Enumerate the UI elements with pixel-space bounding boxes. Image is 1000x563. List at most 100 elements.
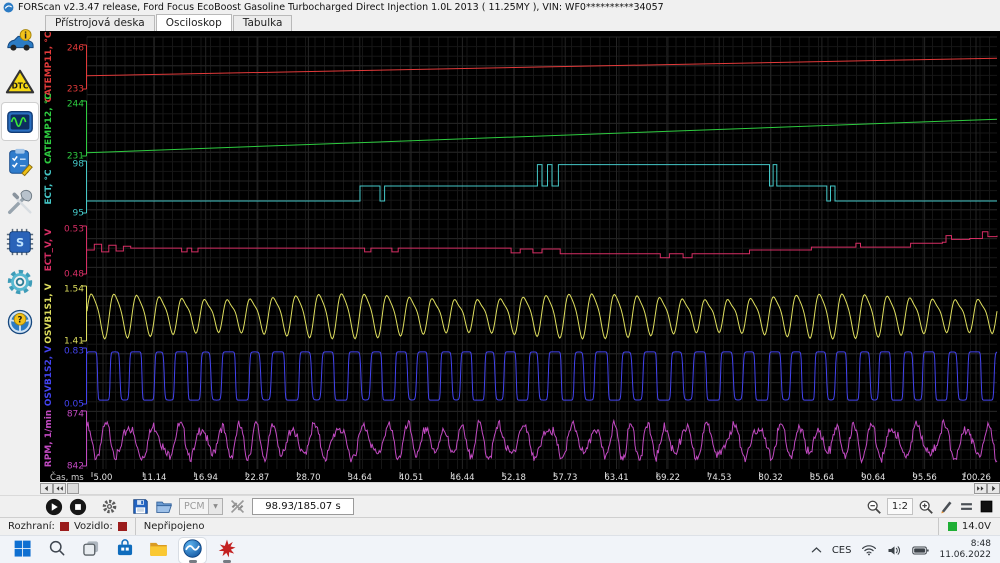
- oscilloscope-chart[interactable]: 246233CATEMP11, °C244231CATEMP12, °C9895…: [40, 31, 1000, 483]
- taskbar-explorer-button[interactable]: [145, 538, 172, 563]
- module-select[interactable]: PCM ▼: [179, 498, 223, 515]
- tab-oscilloscope[interactable]: Osciloskop: [155, 14, 232, 31]
- scroll-left-page-button[interactable]: [53, 483, 66, 494]
- svg-text:DTC: DTC: [12, 81, 29, 90]
- taskview-icon: [81, 538, 101, 562]
- vehicle-label: Vozidlo:: [73, 521, 113, 532]
- tests-icon: [5, 147, 35, 177]
- voltage-value: 14.0V: [961, 521, 991, 532]
- explorer-icon: [148, 538, 169, 563]
- tab-table[interactable]: Tabulka: [232, 15, 293, 31]
- interface-label: Rozhraní:: [8, 521, 55, 532]
- scroll-thumb[interactable]: [67, 483, 79, 494]
- search-icon: [47, 538, 67, 562]
- marker-pen-button[interactable]: [939, 499, 954, 514]
- zoom-in-button[interactable]: [918, 499, 934, 515]
- channel-name: OSVB1S2, V: [44, 346, 54, 407]
- sidebar-item-dtc[interactable]: DTC: [2, 63, 38, 100]
- grid-lines-button[interactable]: [959, 499, 974, 514]
- forscan-window: FORScan v2.3.47 release, Ford Focus EcoB…: [0, 0, 1000, 563]
- sidebar-item-tests[interactable]: [2, 143, 38, 180]
- start-icon: [12, 538, 33, 563]
- open-button[interactable]: [155, 498, 173, 516]
- channel-max: 0.83: [64, 347, 84, 357]
- scroll-right-page-button[interactable]: [974, 483, 987, 494]
- channel-name: ECT_V, V: [44, 229, 54, 272]
- sidebar-item-settings[interactable]: [2, 263, 38, 300]
- taskbar-forscan-button[interactable]: [179, 537, 206, 563]
- tray-chevron-icon[interactable]: [811, 546, 822, 554]
- sidebar-item-about[interactable]: ?: [2, 303, 38, 340]
- chart-area: 246 233 CATEMP11, °C 244 231 CATEMP12, °C 98 95…: [40, 31, 1000, 483]
- wifi-icon[interactable]: [861, 544, 877, 556]
- channel-name: ECT, °C: [44, 169, 54, 205]
- programming-icon: S: [5, 227, 35, 257]
- channel-max: 1.54: [64, 285, 84, 295]
- play-button[interactable]: [45, 498, 63, 516]
- taskbar-store-button[interactable]: [111, 538, 138, 563]
- svg-text:?: ?: [18, 314, 23, 324]
- disconnect-icon[interactable]: [229, 498, 246, 515]
- channel-min: 233: [67, 85, 84, 95]
- title-bar: FORScan v2.3.47 release, Ford Focus EcoB…: [0, 0, 1000, 14]
- channel-max: 0.53: [64, 225, 84, 235]
- time-display: 98.93/185.07 s: [252, 498, 354, 515]
- channel-name: RPM, 1/min: [44, 410, 54, 467]
- channel-max: 98: [73, 160, 85, 170]
- sidebar-item-programming[interactable]: S: [2, 223, 38, 260]
- background-color-button[interactable]: [979, 499, 994, 514]
- channel-min: 842: [67, 462, 84, 472]
- sidebar: i DTC S?: [0, 14, 40, 482]
- voltage-status: 14.0V: [937, 518, 1000, 535]
- svg-text:S: S: [16, 236, 24, 249]
- tab-dashboard[interactable]: Přístrojová deska: [45, 15, 155, 31]
- scroll-track[interactable]: [79, 482, 974, 495]
- channel-max: 244: [67, 100, 84, 110]
- taskbar-taskview-button[interactable]: [77, 538, 104, 563]
- settings-icon: [5, 267, 35, 297]
- clock[interactable]: 8:48 11.06.2022: [939, 539, 991, 561]
- zoom-out-button[interactable]: [866, 499, 882, 515]
- taskbar-start-button[interactable]: [9, 538, 36, 563]
- about-icon: ?: [5, 307, 35, 337]
- battery-icon[interactable]: [912, 545, 930, 556]
- channel-min: 0.05: [64, 400, 84, 410]
- language-indicator[interactable]: CES: [832, 545, 852, 556]
- dtc-icon: DTC: [5, 67, 35, 97]
- save-button[interactable]: [132, 498, 149, 515]
- oscilloscope-icon: [5, 107, 35, 137]
- record-settings-button[interactable]: [101, 498, 118, 515]
- app-icon: [3, 2, 14, 13]
- tray-time: 8:48: [970, 539, 991, 550]
- channel-name: OSVB1S1, V: [44, 283, 54, 344]
- forscan-icon: [182, 538, 203, 563]
- channel-max: 246: [67, 44, 84, 54]
- window-title: FORScan v2.3.47 release, Ford Focus EcoB…: [18, 1, 664, 13]
- sidebar-item-oscilloscope[interactable]: [2, 103, 38, 140]
- channel-min: 0.48: [64, 270, 84, 280]
- channel-name: CATEMP12, °C: [44, 93, 54, 164]
- channel-min: 1.41: [64, 337, 84, 347]
- vehicle-status-indicator: [117, 522, 127, 531]
- sidebar-item-service[interactable]: [2, 183, 38, 220]
- taskbar-redapp-button[interactable]: [213, 538, 240, 563]
- status-bar: Rozhraní: Vozidlo: Nepřipojeno 14.0V: [0, 517, 1000, 535]
- voltage-indicator: [947, 522, 957, 531]
- volume-icon[interactable]: [887, 544, 902, 557]
- running-indicator: [222, 560, 231, 563]
- system-tray: CES 8:48 11.06.2022: [811, 539, 1000, 561]
- scroll-right-button[interactable]: [987, 483, 1000, 494]
- transport-toolbar: PCM ▼ 98.93/185.07 s 1:2: [0, 495, 1000, 517]
- redapp-icon: [217, 538, 237, 562]
- tab-bar: Přístrojová deska Osciloskop Tabulka: [40, 14, 1000, 31]
- stop-button[interactable]: [69, 498, 87, 516]
- interface-status-indicator: [59, 522, 69, 531]
- running-indicator: [188, 560, 197, 563]
- taskbar: CES 8:48 11.06.2022: [0, 535, 1000, 563]
- sidebar-item-vehicle-info[interactable]: i: [2, 23, 38, 60]
- taskbar-search-button[interactable]: [43, 538, 70, 563]
- chevron-down-icon: ▼: [208, 499, 222, 514]
- svg-text:i: i: [24, 30, 27, 40]
- channel-max: 874: [67, 410, 84, 420]
- scroll-left-button[interactable]: [40, 483, 53, 494]
